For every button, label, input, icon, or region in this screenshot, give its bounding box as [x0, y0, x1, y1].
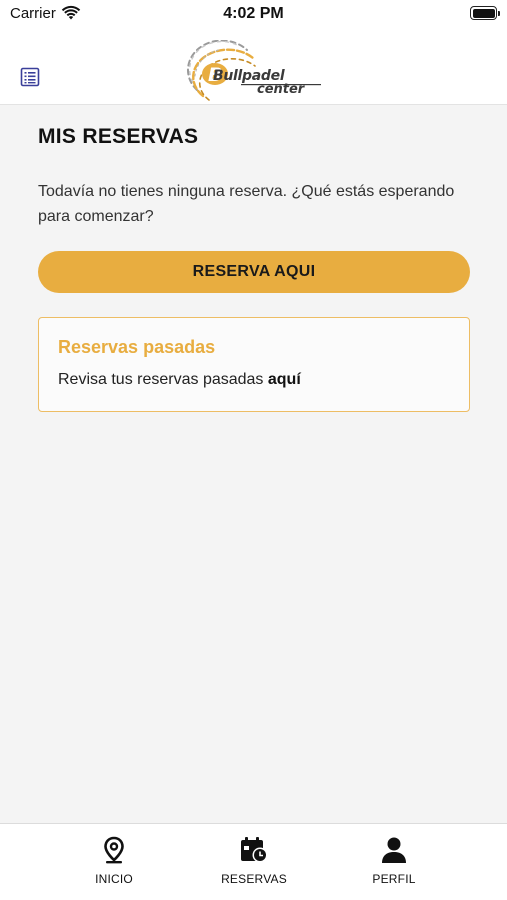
tab-perfil-label: PERFIL: [372, 872, 416, 886]
user-icon: [382, 837, 406, 863]
past-reservations-description: Revisa tus reservas pasadas: [58, 371, 268, 388]
battery-icon: [470, 6, 500, 20]
calendar-clock-icon: [241, 837, 268, 863]
status-time: 4:02 PM: [223, 5, 284, 22]
tab-reservas[interactable]: RESERVAS: [194, 836, 314, 886]
tab-perfil[interactable]: PERFIL: [334, 836, 454, 886]
app-header: B Bullpadel center: [0, 28, 507, 105]
list-icon[interactable]: [20, 67, 40, 87]
status-bar: Carrier 4:02 PM: [0, 0, 507, 28]
page-title: MIS RESERVAS: [38, 125, 199, 148]
past-reservations-text: Revisa tus reservas pasadas aquí: [58, 371, 301, 389]
tab-reservas-label: RESERVAS: [221, 872, 287, 886]
tab-inicio-label: INICIO: [95, 872, 133, 886]
past-reservations-title: Reservas pasadas: [58, 337, 216, 357]
location-pin-icon: [104, 836, 124, 864]
tab-inicio[interactable]: INICIO: [54, 836, 174, 886]
reserve-here-button[interactable]: RESERVA AQUI: [38, 251, 470, 293]
tab-bar: INICIO RESERVAS PERFIL: [0, 823, 507, 900]
past-reservations-card: Reservas pasadas Revisa tus reservas pas…: [38, 317, 470, 412]
past-reservations-link[interactable]: aquí: [268, 371, 301, 388]
empty-reservations-message: Todavía no tienes ninguna reserva. ¿Qué …: [38, 183, 455, 225]
bullpadel-center-logo: B Bullpadel center: [186, 40, 321, 101]
